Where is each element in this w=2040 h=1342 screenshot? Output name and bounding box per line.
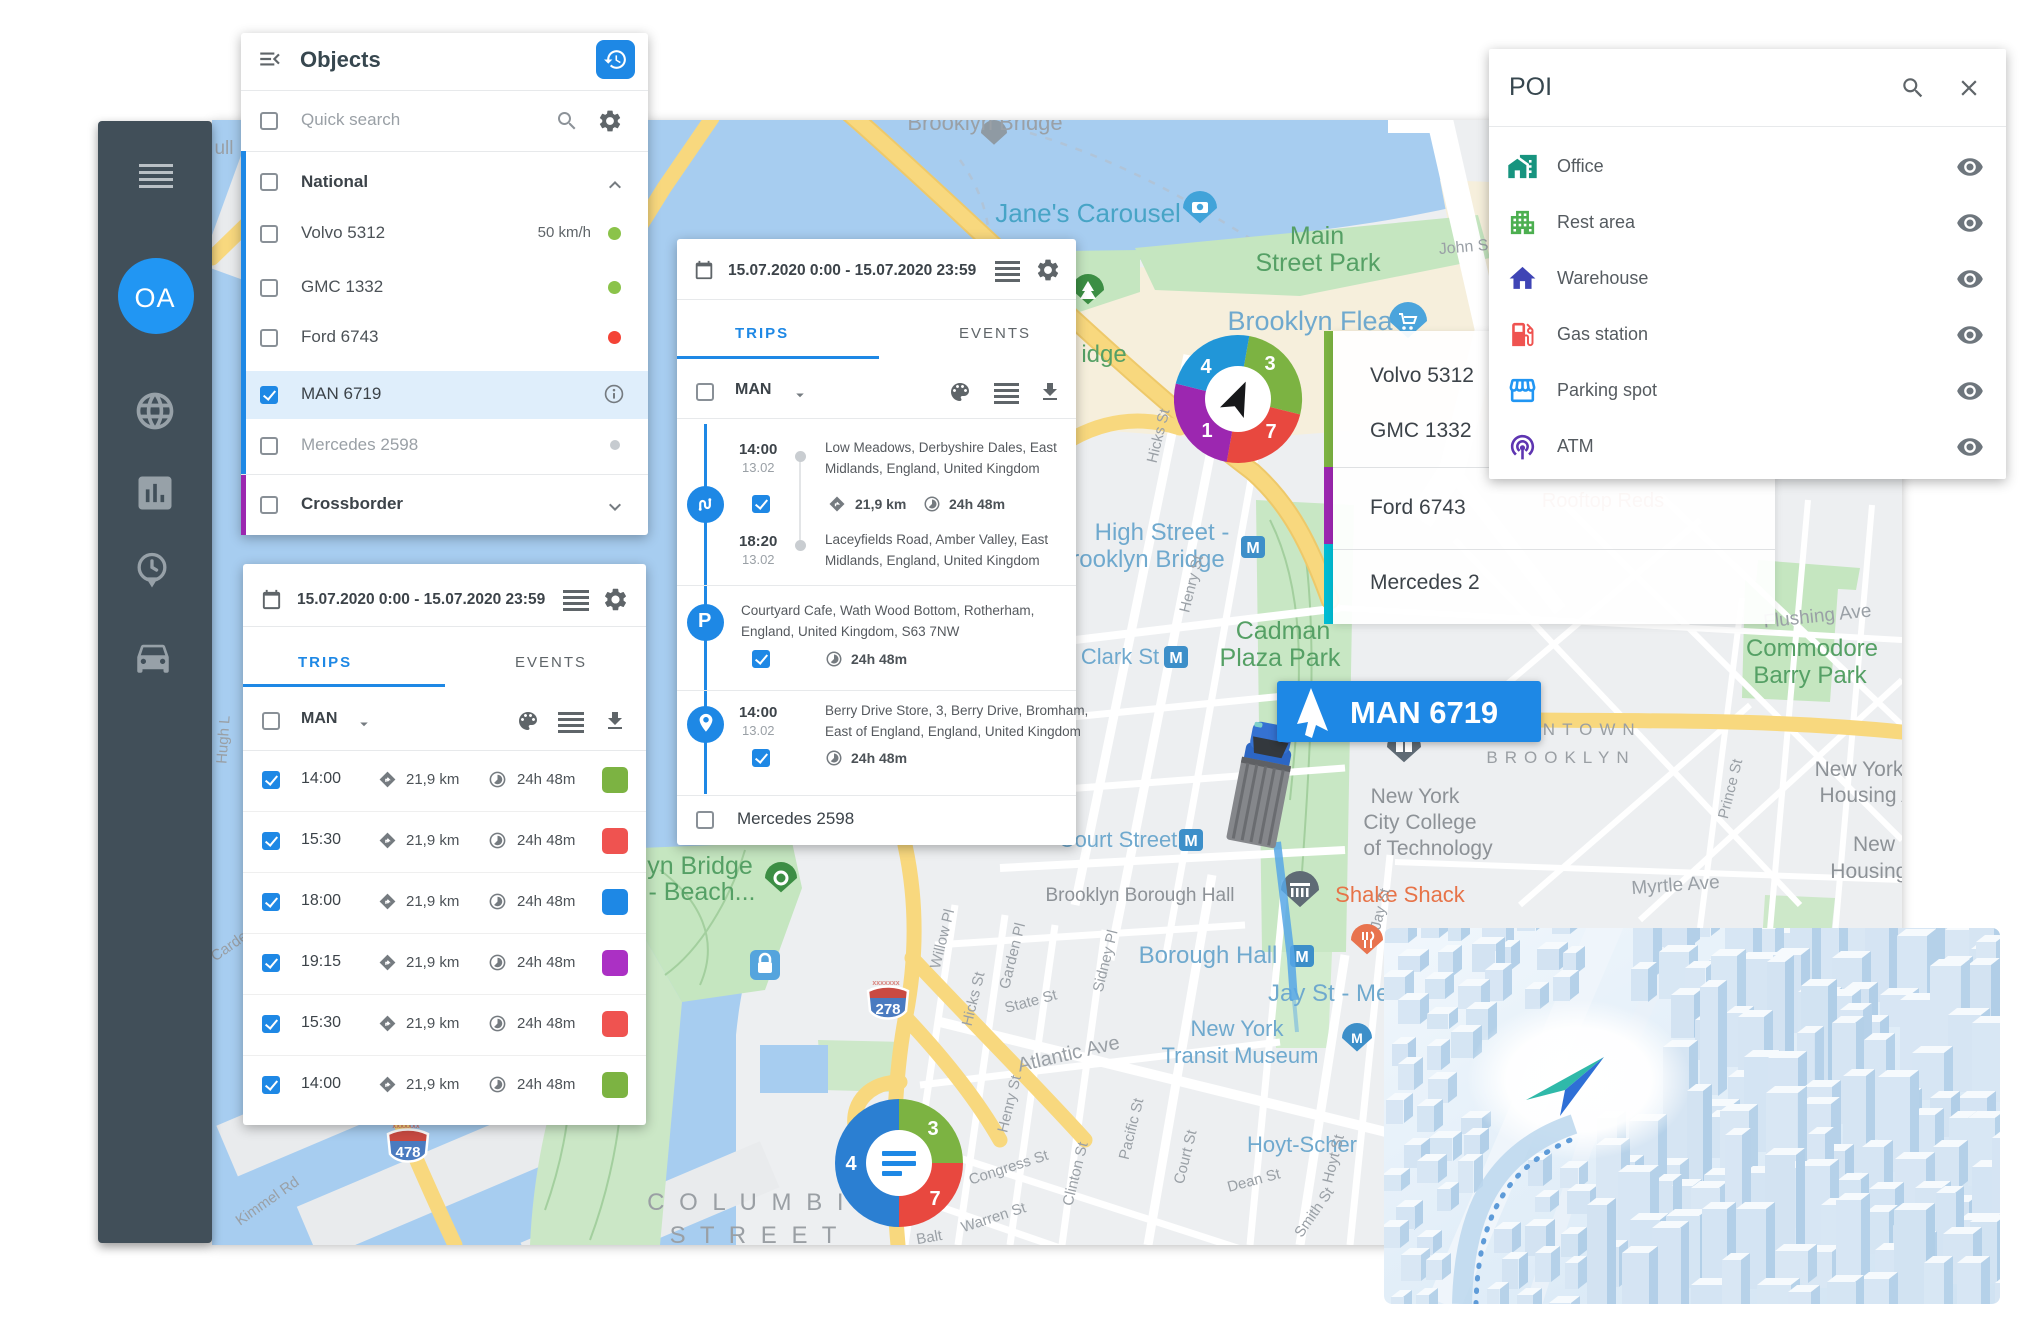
svg-text:ull: ull: [214, 138, 233, 159]
svg-text:New York City: New York City: [1815, 758, 1902, 781]
svg-text:Street Park: Street Park: [1255, 249, 1381, 277]
svg-text:7: 7: [929, 1188, 940, 1210]
svg-text:Borough Hall: Borough Hall: [1139, 942, 1278, 969]
svg-text:M: M: [1351, 1030, 1363, 1046]
svg-text:4: 4: [1200, 356, 1212, 378]
svg-text:Main: Main: [1290, 222, 1344, 250]
svg-text:Brooklyn Borough Hall: Brooklyn Borough Hall: [1045, 885, 1234, 906]
svg-text:Cadman: Cadman: [1236, 617, 1331, 645]
svg-text:- Beach...: - Beach...: [649, 878, 756, 906]
svg-text:M: M: [1295, 949, 1308, 966]
svg-text:Shake Shack: Shake Shack: [1335, 882, 1466, 907]
svg-text:Commodore: Commodore: [1746, 635, 1878, 662]
svg-text:M: M: [1169, 650, 1182, 667]
svg-text:idge: idge: [1081, 341, 1126, 368]
svg-text:of Technology: of Technology: [1363, 837, 1493, 860]
svg-text:Hugh L: Hugh L: [213, 715, 233, 764]
svg-text:City College: City College: [1363, 811, 1476, 834]
svg-text:S T R E E T: S T R E E T: [670, 1222, 841, 1245]
svg-text:Housing Auth: Housing Auth: [1820, 784, 1902, 807]
svg-text:3: 3: [1264, 353, 1275, 375]
svg-text:xxxxxxx: xxxxxxx: [872, 980, 899, 987]
svg-text:BROOKLYN: BROOKLYN: [1486, 748, 1635, 767]
svg-text:C O L U M B I A: C O L U M B I A: [647, 1189, 877, 1216]
svg-text:Housing Au: Housing Au: [1830, 860, 1902, 883]
svg-text:Clark St: Clark St: [1081, 644, 1159, 669]
svg-text:New York: New York: [1191, 1016, 1285, 1041]
svg-text:New York: New York: [1371, 785, 1460, 808]
svg-text:Transit Museum: Transit Museum: [1162, 1043, 1319, 1068]
svg-text:Barry Park: Barry Park: [1753, 662, 1867, 689]
svg-text:New: New: [1853, 833, 1896, 856]
svg-text:7: 7: [1265, 421, 1276, 443]
svg-text:3: 3: [927, 1118, 938, 1140]
svg-text:Brooklyn Bridge: Brooklyn Bridge: [907, 120, 1062, 135]
svg-text:High Street -: High Street -: [1095, 519, 1230, 546]
svg-text:1: 1: [1201, 420, 1212, 442]
svg-text:MAN 6719: MAN 6719: [1350, 695, 1498, 730]
svg-text:M: M: [1184, 833, 1197, 850]
svg-text:478: 478: [395, 1144, 420, 1161]
svg-text:278: 278: [875, 1001, 900, 1018]
svg-text:4: 4: [845, 1153, 857, 1175]
svg-text:yn Bridge: yn Bridge: [647, 852, 753, 880]
svg-text:M: M: [1246, 540, 1259, 557]
svg-text:Court Street: Court Street: [1059, 827, 1178, 852]
svg-text:Plaza Park: Plaza Park: [1220, 644, 1341, 672]
svg-text:Jane's Carousel: Jane's Carousel: [995, 198, 1181, 228]
